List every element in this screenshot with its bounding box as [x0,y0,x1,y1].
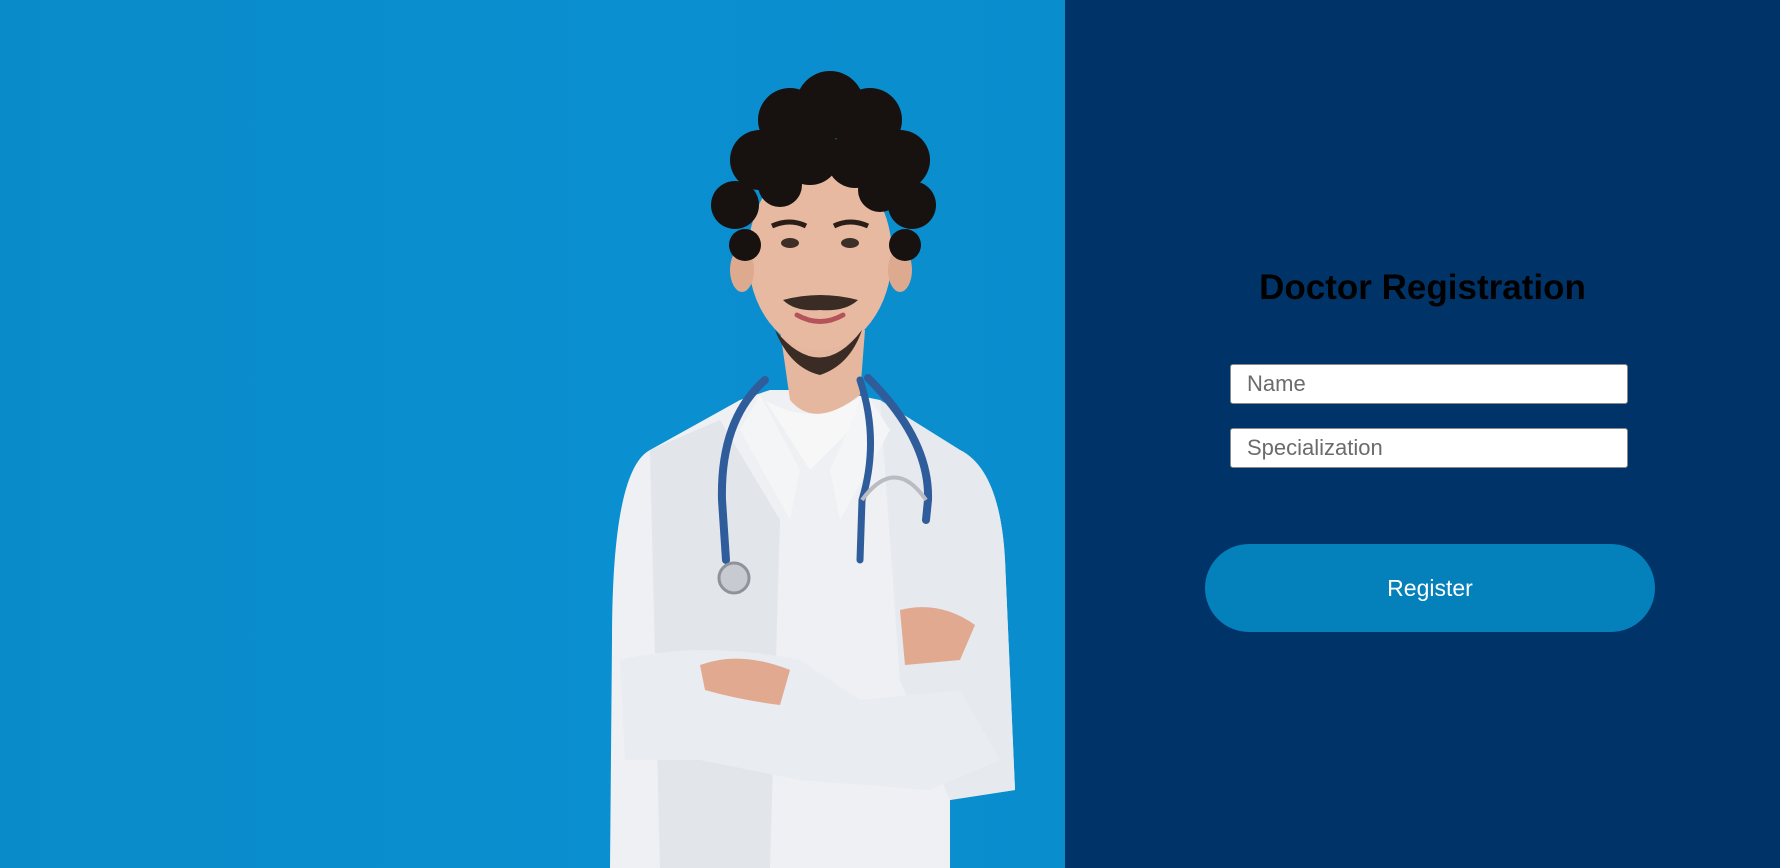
form-title: Doctor Registration [1259,268,1586,307]
registration-page: Doctor Registration Register [0,0,1780,868]
specialization-input[interactable] [1230,428,1628,468]
registration-form-panel: Doctor Registration Register [1065,0,1780,868]
name-input[interactable] [1230,364,1628,404]
doctor-photo [610,71,1015,868]
register-button[interactable]: Register [1205,544,1655,632]
doctor-photo-panel [0,0,1065,868]
